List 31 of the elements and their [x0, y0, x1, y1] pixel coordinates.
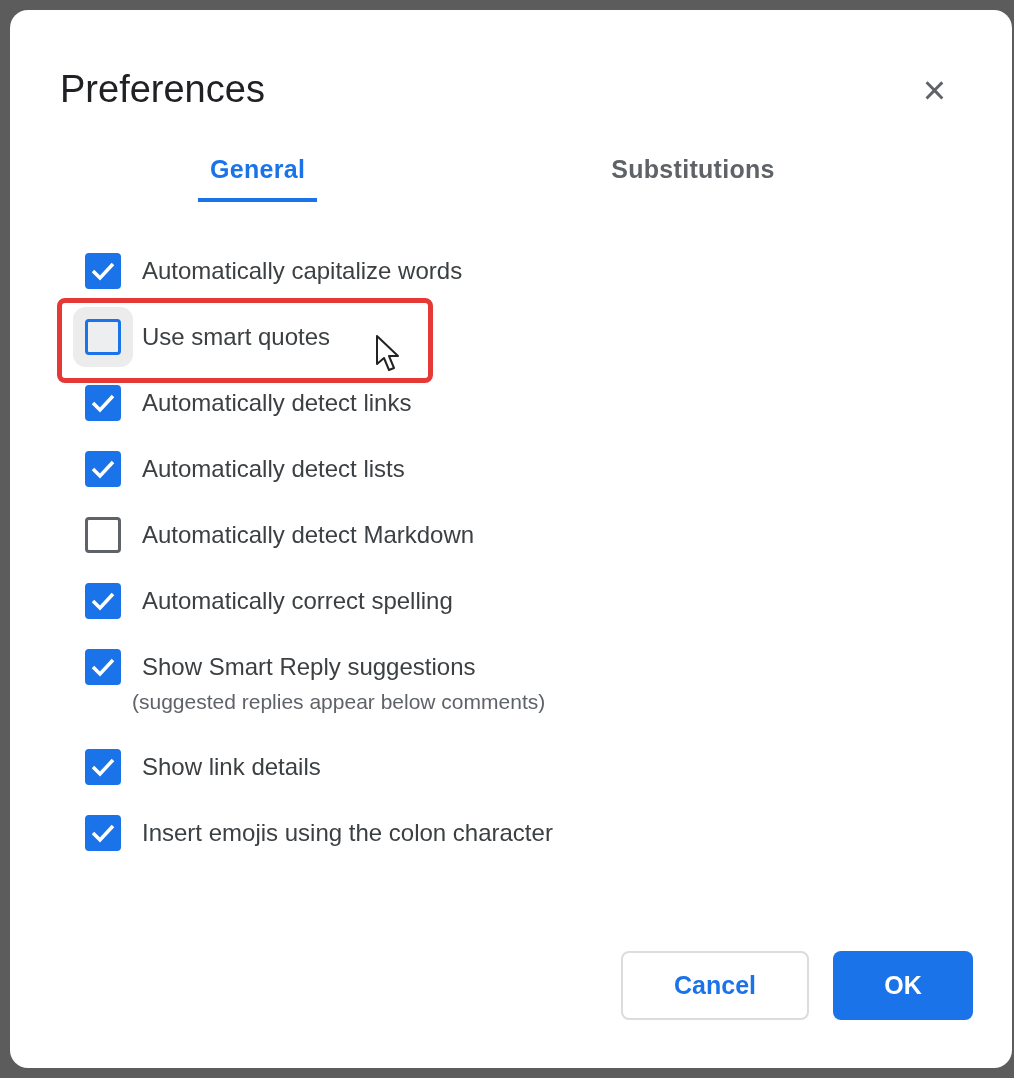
checkmark-icon: [90, 656, 116, 678]
checkbox[interactable]: [85, 451, 121, 487]
option-label: Use smart quotes: [142, 323, 331, 351]
checkmark-icon: [90, 392, 116, 414]
checkbox[interactable]: [85, 583, 121, 619]
option-label: Automatically detect lists: [142, 455, 405, 483]
checkbox[interactable]: [85, 253, 121, 289]
checkbox[interactable]: [85, 815, 121, 851]
checkmark-icon: [90, 260, 116, 282]
cancel-button[interactable]: Cancel: [621, 951, 809, 1020]
checkmark-icon: [90, 590, 116, 612]
option-label: Show link details: [142, 753, 321, 781]
close-button[interactable]: ×: [922, 69, 946, 110]
checkbox[interactable]: [85, 385, 121, 421]
option-label: Automatically correct spelling: [142, 587, 453, 615]
option-label: Automatically capitalize words: [142, 257, 463, 285]
tab[interactable]: General: [198, 149, 318, 202]
checkmark-icon: [90, 822, 116, 844]
option-label: Show Smart Reply suggestions: [142, 653, 476, 681]
tab[interactable]: Substitutions: [599, 149, 787, 202]
option-note: (suggested replies appear below comments): [131, 690, 547, 715]
ok-button[interactable]: OK: [833, 951, 973, 1020]
checkmark-icon: [90, 756, 116, 778]
dialog-title: Preferences: [60, 68, 265, 111]
checkbox[interactable]: [85, 517, 121, 553]
checkbox[interactable]: [85, 749, 121, 785]
checkmark-icon: [90, 458, 116, 480]
option-label: Insert emojis using the colon character: [142, 819, 553, 847]
option-label: Automatically detect links: [142, 389, 412, 417]
checkbox[interactable]: [85, 649, 121, 685]
option-label: Automatically detect Markdown: [142, 521, 475, 549]
